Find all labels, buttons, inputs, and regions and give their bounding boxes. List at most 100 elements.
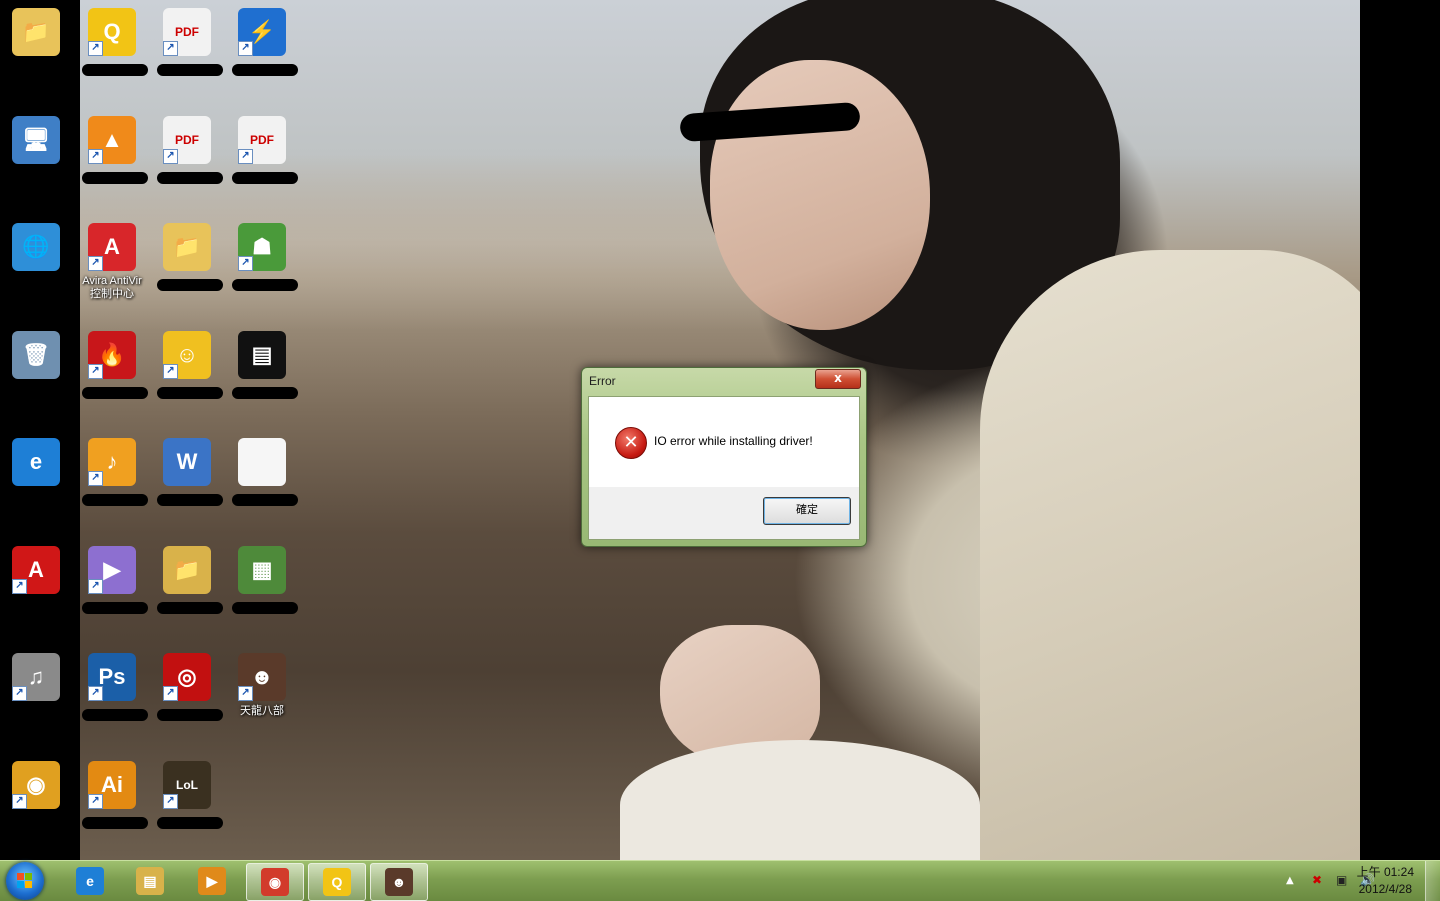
- start-button[interactable]: [6, 862, 44, 900]
- desktop-icon[interactable]: 📁: [155, 217, 219, 313]
- desktop-icon[interactable]: 🔥 ↗: [80, 325, 144, 421]
- redaction-mark: [82, 709, 148, 721]
- desktop-icon-image: ◉ ↗: [12, 760, 60, 809]
- desktop-icon[interactable]: A ↗: [4, 540, 68, 636]
- shortcut-arrow-icon: ↗: [88, 578, 103, 594]
- desktop-icon-image: Ps ↗: [88, 653, 136, 701]
- taskbar-button-ie[interactable]: e: [62, 863, 118, 899]
- network-icon[interactable]: ▣: [1336, 873, 1347, 887]
- desktop-icon[interactable]: 🖥: [4, 110, 68, 206]
- shortcut-arrow-icon: ↗: [88, 256, 103, 271]
- desktop-icon[interactable]: ◎ ↗: [155, 647, 219, 743]
- desktop-icon-image: 🗑: [12, 330, 60, 379]
- redaction-mark: [82, 816, 148, 829]
- taskbar-button-q[interactable]: Q: [308, 863, 366, 901]
- taskbar-button-explorer[interactable]: ▤: [122, 863, 178, 899]
- redaction-mark: [157, 494, 223, 506]
- tray-expand-chevron-icon[interactable]: ▲: [1286, 875, 1294, 886]
- redaction-mark: [157, 816, 223, 829]
- desktop-icon-image: W: [163, 438, 211, 486]
- notification-area: ▲ ✖ ▣ 🔊 上午 01:24 2012/4/28: [1240, 861, 1440, 901]
- desktop-icon-image: A ↗: [88, 223, 136, 271]
- show-desktop-button[interactable]: [1425, 861, 1440, 901]
- shortcut-arrow-icon: ↗: [238, 686, 253, 701]
- desktop-icon-image: ♪ ↗: [88, 438, 136, 486]
- redaction-mark: [157, 64, 223, 76]
- desktop-icon-image: 🌐: [12, 223, 60, 271]
- clock-time: 上午 01:24: [1356, 865, 1414, 879]
- desktop-icon[interactable]: W: [155, 432, 219, 528]
- desktop-icon[interactable]: Q ↗: [80, 2, 144, 98]
- desktop-icon[interactable]: 🌐: [4, 217, 68, 313]
- redaction-mark: [232, 171, 298, 184]
- shortcut-arrow-icon: ↗: [163, 363, 178, 379]
- desktop-icon[interactable]: 📁: [4, 2, 68, 98]
- desktop-icon[interactable]: ▲ ↗: [80, 110, 144, 206]
- redaction-mark: [232, 386, 298, 399]
- ok-button[interactable]: 確定: [763, 497, 851, 525]
- shortcut-arrow-icon: ↗: [12, 686, 27, 701]
- desktop-icon[interactable]: LoL ↗: [155, 755, 219, 851]
- dialog-close-button[interactable]: x: [815, 369, 861, 389]
- explorer-icon: ▤: [136, 867, 164, 895]
- ie-icon: e: [76, 867, 104, 895]
- desktop-icon[interactable]: PDF ↗: [230, 110, 294, 206]
- desktop-icon-label: Avira AntiVir 控制中心: [82, 275, 142, 300]
- taskbar-button-chrome[interactable]: ◉: [246, 863, 304, 901]
- shortcut-arrow-icon: ↗: [238, 256, 253, 271]
- redaction-mark: [157, 709, 223, 721]
- dialog-title: Error: [589, 374, 616, 388]
- desktop-icon-image: ☗ ↗: [238, 223, 286, 271]
- redaction-mark: [157, 601, 223, 614]
- desktop-icon[interactable]: ◉ ↗: [4, 755, 68, 851]
- desktop-icon[interactable]: ▦: [230, 540, 294, 636]
- shortcut-arrow-icon: ↗: [88, 471, 103, 486]
- desktop-icon-image: ⚡ ↗: [238, 8, 286, 56]
- action-center-flag-icon[interactable]: ✖: [1312, 873, 1322, 887]
- desktop-icon[interactable]: 📁: [155, 540, 219, 636]
- desktop-icon[interactable]: ♪ ↗: [80, 432, 144, 528]
- desktop-icon-image: LoL ↗: [163, 760, 211, 809]
- desktop-icon[interactable]: ▶ ↗: [80, 540, 144, 636]
- desktop-icon[interactable]: ☻ ↗ 天龍八部: [230, 647, 294, 743]
- error-dialog: Error x ✕ IO error while installing driv…: [581, 367, 867, 547]
- desktop-icon[interactable]: Ai ↗: [80, 755, 144, 851]
- desktop-icon[interactable]: ⚡ ↗: [230, 2, 294, 98]
- shortcut-arrow-icon: ↗: [88, 148, 103, 164]
- desktop-icon-image: 🖥: [12, 115, 60, 164]
- desktop-icon[interactable]: [230, 432, 294, 528]
- shortcut-arrow-icon: ↗: [12, 793, 27, 809]
- desktop-icon[interactable]: 🗑: [4, 325, 68, 421]
- desktop-icon[interactable]: A ↗ Avira AntiVir 控制中心: [80, 217, 144, 313]
- taskbar-button-game[interactable]: ☻: [370, 863, 428, 901]
- desktop-icon[interactable]: ☺ ↗: [155, 325, 219, 421]
- desktop-icon-image: 📁: [163, 545, 211, 594]
- desktop-icon-image: 📁: [12, 8, 60, 56]
- game-icon: ☻: [385, 868, 413, 896]
- desktop-icon-image: ▦: [238, 545, 286, 594]
- dialog-message-area: ✕ IO error while installing driver!: [589, 397, 859, 487]
- desktop-icon[interactable]: ▤: [230, 325, 294, 421]
- desktop-icon-image: e: [12, 438, 60, 486]
- desktop-icon-image: 📁: [163, 223, 211, 271]
- desktop-icon[interactable]: PDF ↗: [155, 2, 219, 98]
- desktop-icon-image: ☻ ↗: [238, 653, 286, 701]
- shortcut-arrow-icon: ↗: [238, 148, 253, 164]
- clock[interactable]: 上午 01:24 2012/4/28: [1357, 864, 1414, 898]
- desktop-icon-image: ◎ ↗: [163, 653, 211, 701]
- shortcut-arrow-icon: ↗: [88, 363, 103, 379]
- chrome-icon: ◉: [261, 868, 289, 896]
- taskbar-button-media[interactable]: ▶: [184, 863, 240, 899]
- redaction-mark: [232, 494, 298, 506]
- desktop-icon[interactable]: ☗ ↗: [230, 217, 294, 313]
- desktop-icon-image: ▲ ↗: [88, 115, 136, 164]
- desktop-icon-label: 天龍八部: [240, 705, 284, 717]
- desktop-icon[interactable]: ♫ ↗: [4, 647, 68, 743]
- desktop-icon[interactable]: e: [4, 432, 68, 528]
- desktop-icon[interactable]: PDF ↗: [155, 110, 219, 206]
- shortcut-arrow-icon: ↗: [88, 41, 103, 56]
- redaction-mark: [232, 601, 298, 614]
- shortcut-arrow-icon: ↗: [163, 41, 178, 56]
- desktop-icon[interactable]: Ps ↗: [80, 647, 144, 743]
- redaction-mark: [82, 386, 148, 399]
